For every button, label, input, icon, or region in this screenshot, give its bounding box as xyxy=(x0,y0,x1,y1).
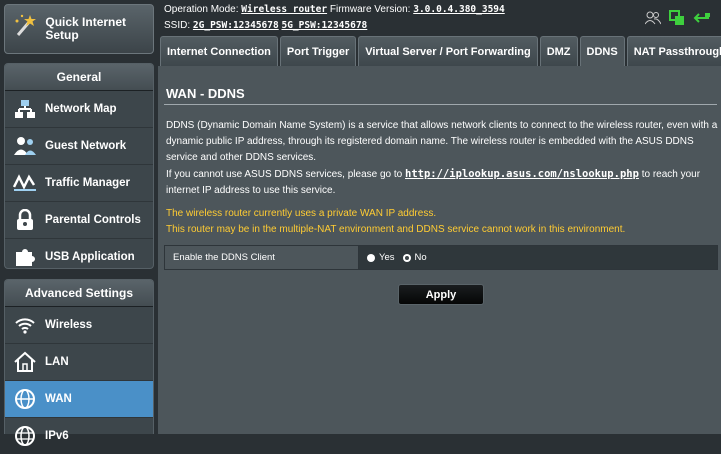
sidebar-item-ipv6[interactable]: IPv6 xyxy=(5,418,153,454)
ssid-line: SSID: 2G_PSW:12345678 5G_PSW:12345678 xyxy=(164,20,367,31)
quick-internet-setup-button[interactable]: Quick Internet Setup xyxy=(4,4,154,54)
sidebar-item-label: Traffic Manager xyxy=(45,177,130,189)
tab-ddns[interactable]: DDNS xyxy=(579,36,625,66)
sidebar-item-label: Guest Network xyxy=(45,140,127,152)
wireless-icon xyxy=(5,315,45,335)
operation-mode-line: Operation Mode: Wireless router Firmware… xyxy=(164,4,505,15)
network-status-icon[interactable] xyxy=(669,10,685,31)
ddns-yes-radio[interactable] xyxy=(367,253,375,262)
network-map-icon xyxy=(5,99,45,119)
private-ip-warning: The wireless router currently uses a pri… xyxy=(166,206,718,238)
sidebar-item-label: USB Application xyxy=(45,251,135,263)
wan-tabs: Internet Connection Port Trigger Virtual… xyxy=(160,36,721,66)
sidebar-item-label: WAN xyxy=(45,393,72,405)
puzzle-icon xyxy=(5,246,45,268)
sidebar: Quick Internet Setup General Network Map… xyxy=(0,0,158,446)
tab-port-trigger[interactable]: Port Trigger xyxy=(279,36,357,66)
sidebar-item-parental-controls[interactable]: Parental Controls xyxy=(5,202,153,239)
ssid-2g: 2G_PSW:12345678 xyxy=(192,20,279,31)
sidebar-item-traffic-manager[interactable]: Traffic Manager xyxy=(5,165,153,202)
title-divider xyxy=(164,104,717,105)
tab-internet-connection[interactable]: Internet Connection xyxy=(160,36,278,66)
sidebar-item-label: LAN xyxy=(45,356,69,368)
magic-wand-icon xyxy=(5,13,45,45)
general-menu: General Network Map Guest Network Traffi… xyxy=(4,63,154,269)
advanced-section-title: Advanced Settings xyxy=(5,280,153,307)
general-section-title: General xyxy=(5,64,153,91)
sidebar-item-label: Network Map xyxy=(45,103,117,115)
lock-icon xyxy=(5,209,45,231)
traffic-manager-icon xyxy=(5,173,45,193)
quick-internet-setup-label: Quick Internet Setup xyxy=(45,15,127,42)
iplookup-link[interactable]: http://iplookup.asus.com/nslookup.php xyxy=(405,168,639,180)
sidebar-item-wan[interactable]: WAN xyxy=(5,381,153,418)
apply-button[interactable]: Apply xyxy=(398,284,484,305)
tab-dmz[interactable]: DMZ xyxy=(539,36,578,66)
advanced-settings-menu: Advanced Settings Wireless LAN WAN IPv6 xyxy=(4,279,154,446)
guest-network-icon xyxy=(5,136,45,156)
sidebar-item-usb-application[interactable]: USB Application xyxy=(5,239,153,275)
operation-mode-link[interactable]: Wireless router xyxy=(241,4,327,15)
sidebar-item-wireless[interactable]: Wireless xyxy=(5,307,153,344)
page-title: WAN - DDNS xyxy=(166,86,245,101)
ddns-panel: WAN - DDNS DDNS (Dynamic Domain Name Sys… xyxy=(158,66,721,434)
tab-virtual-server[interactable]: Virtual Server / Port Forwarding xyxy=(358,36,538,66)
users-icon[interactable] xyxy=(644,11,662,30)
ipv6-globe-icon xyxy=(5,425,45,447)
enable-ddns-options: Yes No xyxy=(359,246,717,269)
warning-line-2: This router may be in the multiple-NAT e… xyxy=(166,224,626,235)
status-icons xyxy=(644,10,711,31)
sidebar-item-network-map[interactable]: Network Map xyxy=(5,91,153,128)
ddns-no-label: No xyxy=(414,252,427,263)
home-icon xyxy=(5,351,45,373)
operation-mode-label: Operation Mode: xyxy=(164,4,239,15)
ddns-description-para2: If you cannot use ASUS DDNS services, pl… xyxy=(166,166,718,199)
ssid-5g: 5G_PSW:12345678 xyxy=(281,20,368,31)
ddns-no-radio[interactable] xyxy=(402,253,411,262)
status-header: Operation Mode: Wireless router Firmware… xyxy=(158,0,721,40)
sidebar-item-label: IPv6 xyxy=(45,430,69,442)
sidebar-item-label: Wireless xyxy=(45,319,93,331)
desc2-prefix: If you cannot use ASUS DDNS services, pl… xyxy=(166,169,406,180)
ddns-description: DDNS (Dynamic Domain Name System) is a s… xyxy=(166,118,718,199)
firmware-label: Firmware Version: xyxy=(329,4,411,15)
usb-status-icon[interactable] xyxy=(693,10,711,31)
enable-ddns-label: Enable the DDNS Client xyxy=(165,246,359,269)
firmware-version-link[interactable]: 3.0.0.4.380_3594 xyxy=(413,4,505,15)
sidebar-item-label: Parental Controls xyxy=(45,214,141,226)
warning-line-1: The wireless router currently uses a pri… xyxy=(166,208,437,219)
sidebar-item-guest-network[interactable]: Guest Network xyxy=(5,128,153,165)
ddns-yes-label: Yes xyxy=(379,252,395,263)
enable-ddns-row: Enable the DDNS Client Yes No xyxy=(164,245,718,270)
ddns-description-para1: DDNS (Dynamic Domain Name System) is a s… xyxy=(166,120,718,163)
tab-nat-passthrough[interactable]: NAT Passthrough xyxy=(626,36,721,66)
globe-icon xyxy=(5,388,45,410)
ssid-label: SSID: xyxy=(164,20,191,31)
sidebar-item-lan[interactable]: LAN xyxy=(5,344,153,381)
